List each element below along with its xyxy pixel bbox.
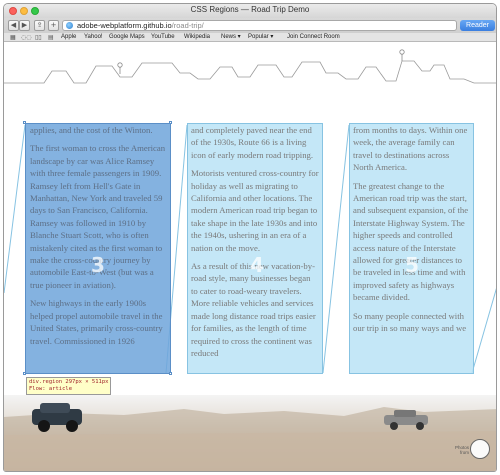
inspector-flow: Flow: article [29, 386, 73, 392]
region-paragraph: So many people connected with our trip i… [353, 310, 467, 334]
bookmark-item[interactable]: Join Connect Room [287, 33, 340, 42]
location-pin-icon [399, 49, 405, 61]
region-inspector-tooltip: div.region 297px × 511px Flow: article [26, 377, 112, 395]
desert-scene [4, 403, 496, 471]
url-path: /road-trip/ [171, 21, 204, 30]
content-region-5[interactable]: from months to days. Within one week, th… [349, 123, 474, 374]
sketch-logo-icon[interactable] [470, 439, 490, 459]
page-content: applies, and the cost of the Winton. The… [4, 43, 496, 471]
region-paragraph: from months to days. Within one week, th… [353, 125, 468, 173]
content-region-3[interactable]: applies, and the cost of the Winton. The… [25, 123, 171, 374]
browser-window: CSS Regions — Road Trip Demo ◀ ▶ ⇪ + ado… [3, 3, 497, 472]
region-resize-handle[interactable] [169, 372, 172, 375]
route-elevation-graphic [4, 49, 496, 84]
add-tab-button[interactable]: + [48, 20, 59, 31]
location-pin-icon [117, 62, 123, 74]
forward-button[interactable]: ▶ [19, 20, 30, 31]
back-arrow-icon: ◀ [10, 21, 17, 29]
content-region-4[interactable]: and completely paved near the end of the… [187, 123, 323, 374]
bookmarks-bar: ▦ ◌◌ ▯▯ ▤ Apple Yahoo! Google Maps YouTu… [4, 33, 496, 42]
region-paragraph: New highways in the early 1900s helped p… [30, 298, 163, 346]
bookmark-item[interactable]: Yahoo! [84, 33, 103, 42]
bookmark-item[interactable]: YouTube [151, 33, 175, 42]
globe-icon [66, 22, 73, 29]
region-number: 4 [250, 253, 264, 277]
region-paragraph: The greatest change to the American road… [353, 180, 469, 303]
window-title: CSS Regions — Road Trip Demo [190, 5, 310, 14]
url-host: adobe-webplatform.github.io [77, 21, 172, 30]
bookmark-item[interactable]: Google Maps [109, 33, 145, 42]
region-number: 5 [405, 253, 419, 277]
back-button[interactable]: ◀ [8, 20, 19, 31]
region-resize-handle[interactable] [23, 372, 26, 375]
photo-credit: Photos from [454, 445, 469, 455]
plus-icon: + [50, 21, 57, 29]
address-bar[interactable]: adobe-webplatform.github.io/road-trip/ [62, 20, 457, 31]
browser-toolbar: ◀ ▶ ⇪ + adobe-webplatform.github.io/road… [4, 18, 496, 33]
region-paragraph: and completely paved near the end of the… [191, 125, 314, 160]
bookmark-item[interactable]: News ▾ [221, 33, 241, 42]
region-resize-handle[interactable] [23, 121, 26, 124]
region-paragraph: applies, and the cost of the Winton. [30, 125, 153, 135]
landscape-photo [4, 395, 496, 471]
inspector-dimensions: div.region 297px × 511px [29, 379, 109, 385]
title-bar: CSS Regions — Road Trip Demo [4, 4, 496, 18]
forward-arrow-icon: ▶ [21, 21, 28, 29]
region-number: 3 [91, 253, 105, 277]
reading-list-icon[interactable]: ◌◌ [21, 34, 31, 41]
bookmark-item[interactable]: Wikipedia [184, 33, 210, 42]
bookmark-item[interactable]: Popular ▾ [248, 33, 273, 42]
bookmark-item[interactable]: Apple [61, 33, 76, 42]
grid-view-icon[interactable]: ▤ [48, 34, 54, 41]
top-sites-icon[interactable]: ▦ [10, 34, 16, 41]
bookmarks-book-icon[interactable]: ▯▯ [35, 34, 42, 41]
share-button[interactable]: ⇪ [34, 20, 45, 31]
region-resize-handle[interactable] [169, 121, 172, 124]
region-paragraph: Motorists ventured cross-country for hol… [191, 168, 319, 253]
address-url: adobe-webplatform.github.io/road-trip/ [77, 21, 204, 31]
reader-button[interactable]: Reader [460, 20, 495, 31]
share-icon: ⇪ [36, 21, 43, 29]
